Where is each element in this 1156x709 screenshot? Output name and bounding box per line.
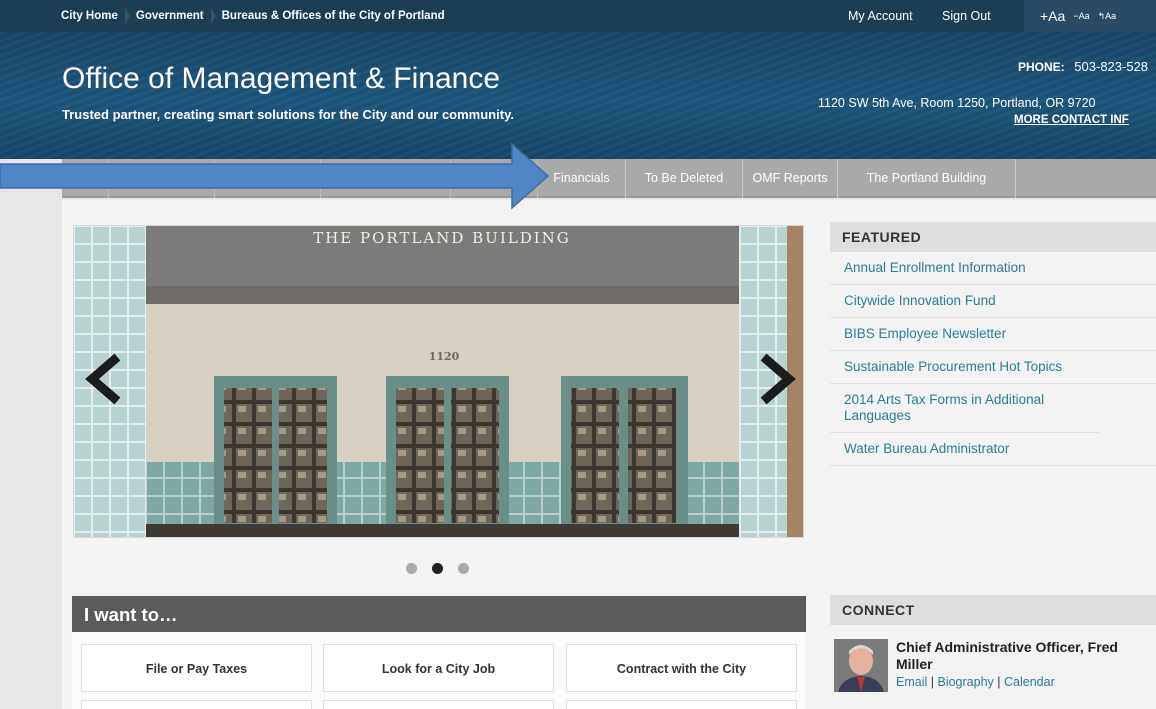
- featured-heading: FEATURED: [830, 222, 1156, 252]
- biography-link[interactable]: Biography: [937, 675, 993, 689]
- link-separator: |: [997, 675, 1001, 689]
- carousel-dot-3[interactable]: [458, 563, 469, 574]
- iwant-button-row2-1[interactable]: [81, 700, 312, 709]
- font-increase-button[interactable]: +Aa: [1040, 8, 1065, 24]
- calendar-link[interactable]: Calendar: [1004, 675, 1055, 689]
- featured-link-water-bureau[interactable]: Water Bureau Administrator: [830, 433, 1156, 466]
- font-size-controls: +Aa −Aa ↰Aa: [1024, 0, 1156, 32]
- person-links: Email | Biography | Calendar: [896, 675, 1055, 689]
- person-name: Chief Administrative Officer, Fred Mille…: [896, 639, 1118, 672]
- nav-tab-portland-building[interactable]: The Portland Building: [838, 159, 1016, 198]
- connect-panel: CONNECT Chief Administrative Officer, Fr…: [830, 595, 1156, 695]
- featured-link-annual-enrollment[interactable]: Annual Enrollment Information: [830, 252, 1156, 285]
- font-decrease-button[interactable]: −Aa: [1073, 11, 1089, 21]
- phone-number: 503-823-528: [1074, 59, 1149, 74]
- carousel-pager: [406, 563, 469, 574]
- address: 1120 SW 5th Ave, Room 1250, Portland, OR…: [818, 96, 1096, 110]
- building-number: 1120: [429, 350, 460, 363]
- breadcrumb-bureaus-offices[interactable]: Bureaus & Offices of the City of Portlan…: [216, 0, 457, 32]
- nav-tab-omf-reports[interactable]: OMF Reports: [743, 159, 838, 198]
- email-link[interactable]: Email: [896, 675, 927, 689]
- iwant-button-row2-3[interactable]: [566, 700, 797, 709]
- sign-out-link[interactable]: Sign Out: [942, 0, 991, 32]
- avatar: [834, 639, 888, 692]
- slide-caption: THE PORTLAND BUILDING: [313, 229, 571, 247]
- featured-link-bibs-newsletter[interactable]: BIBS Employee Newsletter: [830, 318, 1156, 351]
- carousel-dot-1[interactable]: [406, 563, 417, 574]
- portland-building-photo: THE PORTLAND BUILDING 1120: [74, 226, 803, 537]
- i-want-to-heading: I want to…: [72, 596, 806, 632]
- my-account-link[interactable]: My Account: [848, 0, 913, 32]
- nav-tab-financials[interactable]: Financials: [538, 159, 626, 198]
- breadcrumb-government[interactable]: Government: [130, 0, 216, 32]
- carousel-dot-2[interactable]: [432, 563, 443, 574]
- i-want-to-panel: I want to… File or Pay Taxes Look for a …: [72, 596, 806, 709]
- font-reset-button[interactable]: ↰Aa: [1098, 11, 1117, 22]
- nav-tab-to-be-deleted[interactable]: To Be Deleted: [626, 159, 743, 198]
- iwant-button-row2-2[interactable]: [323, 700, 554, 709]
- featured-link-innovation-fund[interactable]: Citywide Innovation Fund: [830, 285, 1156, 318]
- featured-link-arts-tax-forms[interactable]: 2014 Arts Tax Forms in Additional Langua…: [830, 384, 1100, 433]
- featured-link-sustainable-procurement[interactable]: Sustainable Procurement Hot Topics: [830, 351, 1156, 384]
- annotation-arrow-icon: [0, 142, 550, 210]
- phone-info: PHONE: 503-823-528: [1018, 59, 1148, 74]
- more-contact-info-link[interactable]: MORE CONTACT INF: [1014, 114, 1129, 126]
- connect-heading: CONNECT: [830, 595, 1156, 625]
- site-tagline: Trusted partner, creating smart solution…: [62, 107, 514, 122]
- utility-bar: City Home Government Bureaus & Offices o…: [0, 0, 1156, 32]
- contract-city-button[interactable]: Contract with the City: [566, 644, 797, 692]
- person-card: Chief Administrative Officer, Fred Mille…: [830, 625, 1156, 695]
- file-pay-taxes-button[interactable]: File or Pay Taxes: [81, 644, 312, 692]
- breadcrumb: City Home Government Bureaus & Offices o…: [55, 0, 457, 32]
- city-job-button[interactable]: Look for a City Job: [323, 644, 554, 692]
- breadcrumb-city-home[interactable]: City Home: [55, 0, 130, 32]
- featured-panel: FEATURED Annual Enrollment Information C…: [830, 222, 1156, 466]
- site-title[interactable]: Office of Management & Finance: [62, 62, 500, 96]
- image-carousel[interactable]: THE PORTLAND BUILDING 1120: [73, 225, 804, 538]
- phone-label: PHONE:: [1018, 60, 1065, 74]
- link-separator: |: [930, 675, 934, 689]
